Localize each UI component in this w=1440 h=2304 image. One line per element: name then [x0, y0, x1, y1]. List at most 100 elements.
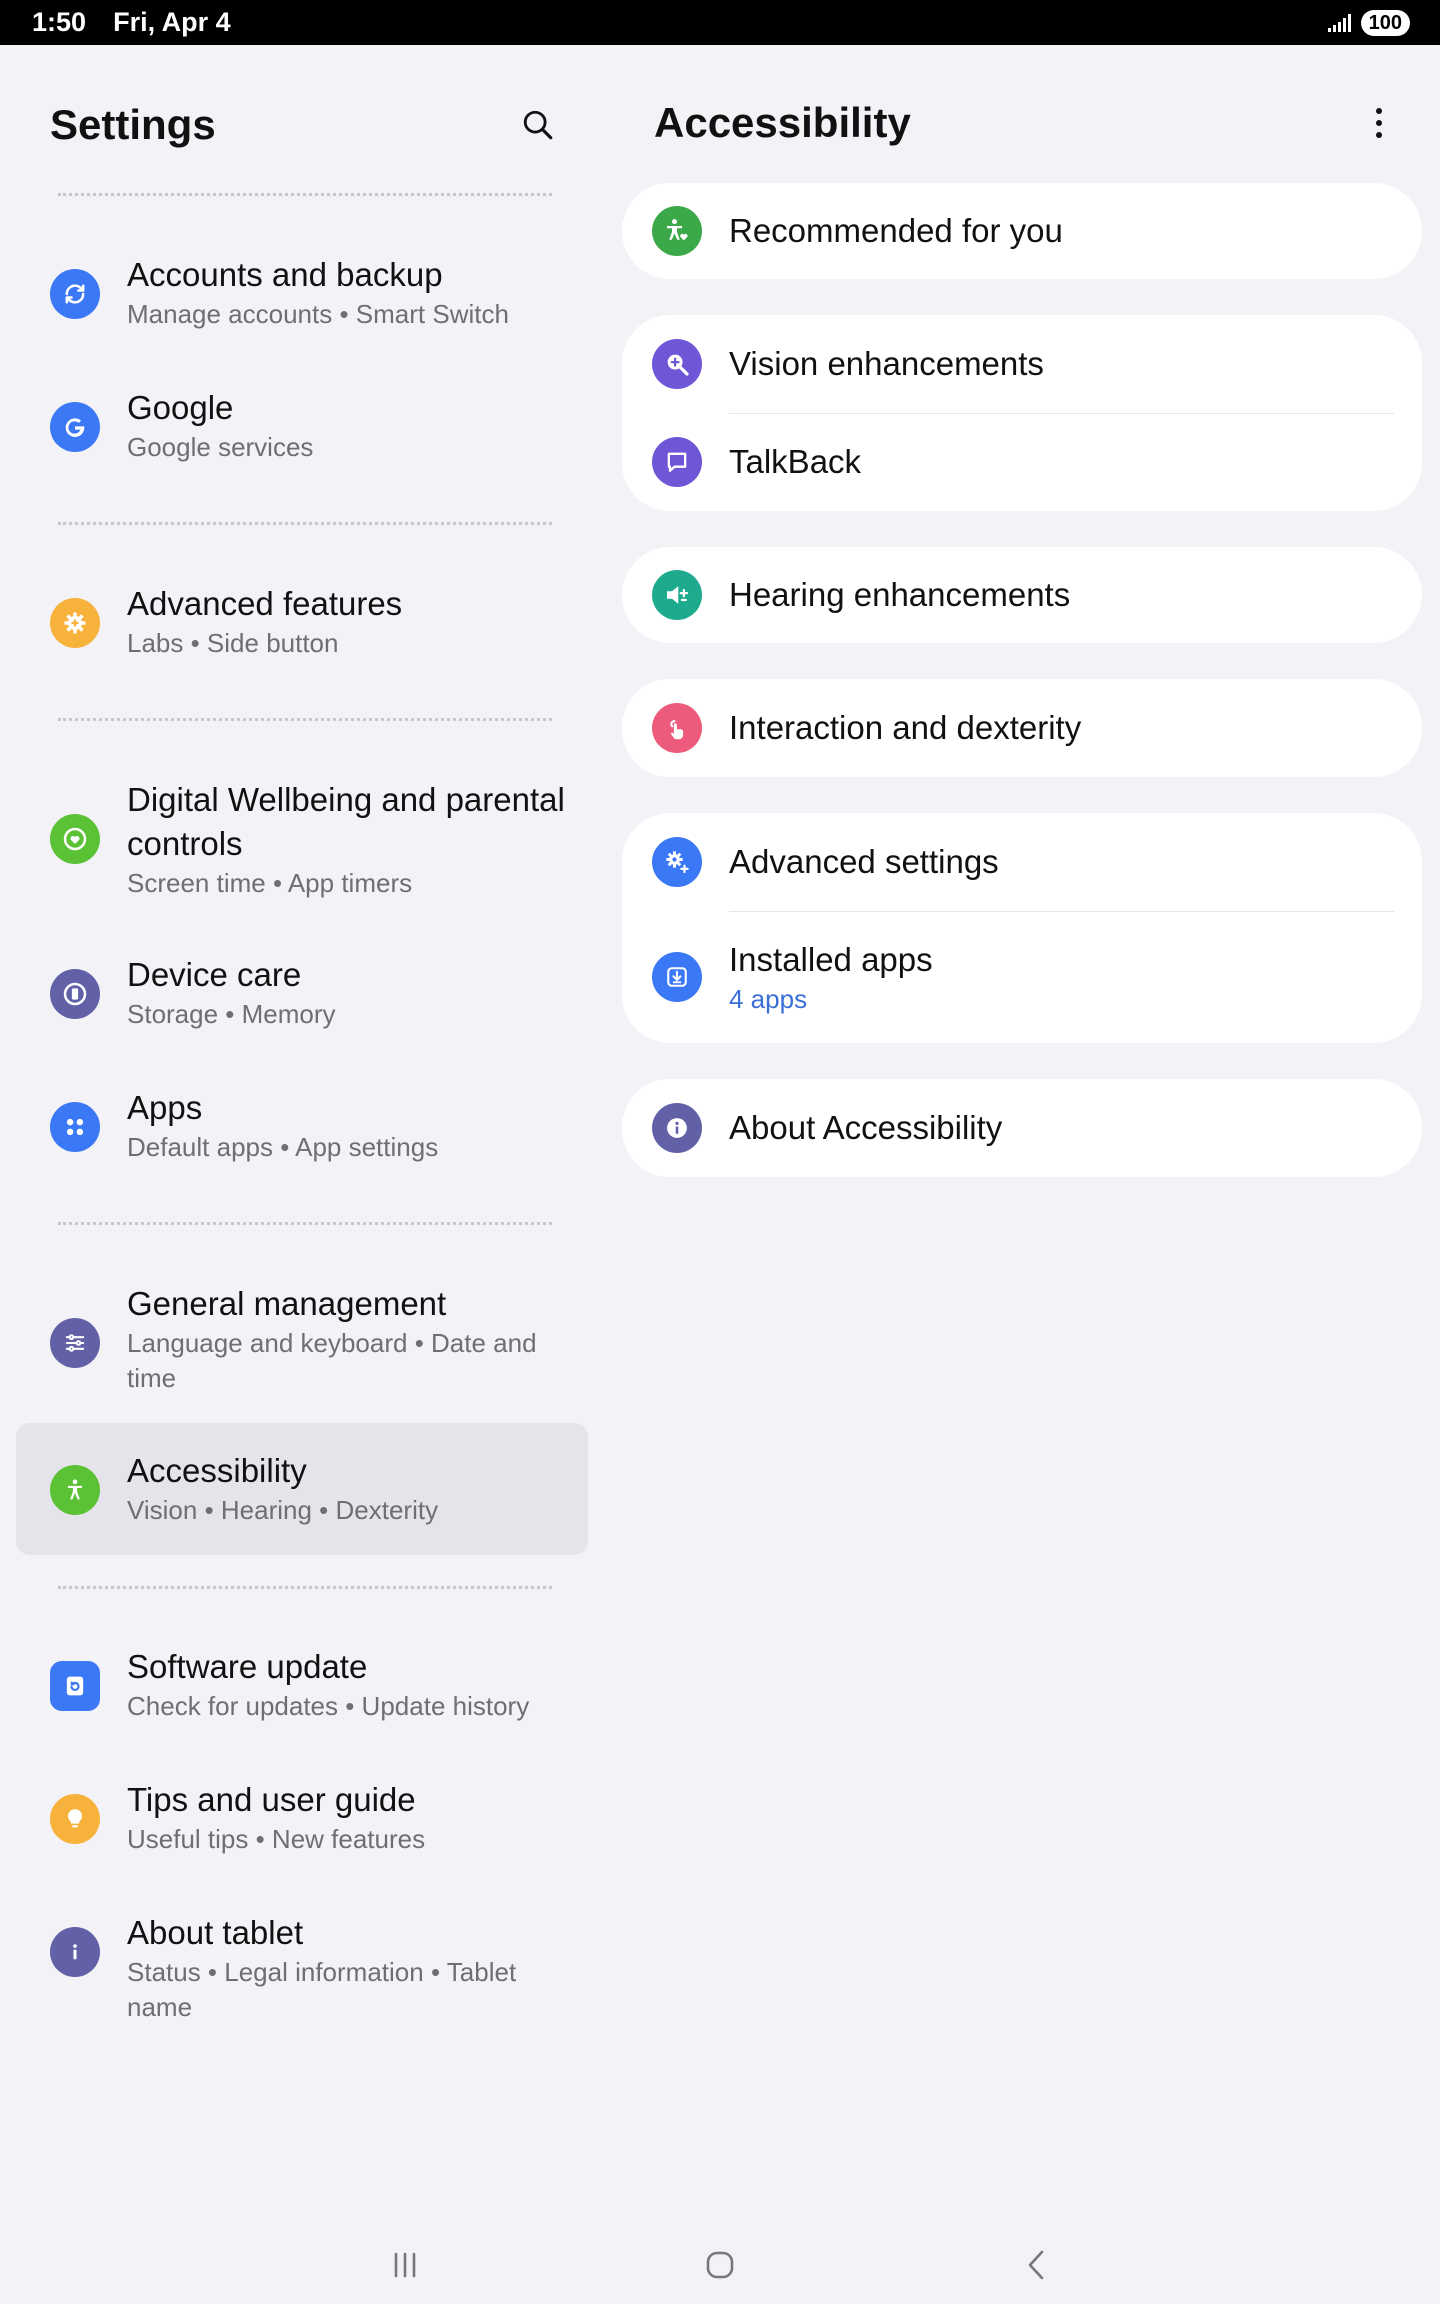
settings-item-about-tablet[interactable]: About tablet Status • Legal information …	[16, 1911, 588, 2025]
battery-indicator: 100	[1360, 9, 1410, 36]
menu-title: Software update	[127, 1648, 368, 1685]
row-subtitle: 4 apps	[729, 984, 808, 1014]
menu-title: Tips and user guide	[127, 1781, 416, 1818]
menu-title: Accessibility	[127, 1452, 307, 1489]
settings-panel: Settings Accounts and backup Manage acco…	[0, 45, 600, 2225]
person-heart-icon	[652, 206, 702, 256]
menu-title: Device care	[127, 956, 302, 993]
row-title: Recommended for you	[729, 212, 1063, 249]
home-button[interactable]	[690, 2243, 750, 2287]
row-title: Vision enhancements	[729, 345, 1044, 382]
menu-subtitle: Default apps • App settings	[127, 1132, 439, 1162]
row-talkback[interactable]: TalkBack	[622, 413, 1422, 511]
row-interaction-dexterity[interactable]: Interaction and dexterity	[622, 679, 1422, 777]
settings-item-accessibility[interactable]: Accessibility Vision • Hearing • Dexteri…	[16, 1423, 588, 1555]
talkback-icon	[652, 437, 702, 487]
divider	[58, 193, 552, 196]
status-left: 1:50 Fri, Apr 4	[32, 7, 231, 38]
touch-hand-icon	[652, 703, 702, 753]
info-icon	[50, 1927, 100, 1977]
menu-subtitle: Language and keyboard • Date and time	[127, 1328, 537, 1393]
menu-title: Google	[127, 389, 234, 426]
settings-item-digital-wellbeing[interactable]: Digital Wellbeing and parental controls …	[16, 778, 588, 901]
back-icon	[1028, 2250, 1044, 2280]
menu-subtitle: Useful tips • New features	[127, 1824, 426, 1854]
divider	[58, 522, 552, 525]
software-update-icon	[50, 1661, 100, 1711]
menu-subtitle: Status • Legal information • Tablet name	[127, 1957, 517, 2022]
signal-icon	[1327, 13, 1351, 32]
row-advanced-settings[interactable]: Advanced settings	[622, 813, 1422, 911]
row-about-accessibility[interactable]: About Accessibility	[622, 1079, 1422, 1177]
navigation-bar	[0, 2225, 1440, 2304]
info-icon	[652, 1103, 702, 1153]
settings-item-tips[interactable]: Tips and user guide Useful tips • New fe…	[16, 1778, 588, 1857]
divider	[58, 718, 552, 721]
gear-plus-icon	[50, 598, 100, 648]
menu-subtitle: Vision • Hearing • Dexterity	[127, 1495, 439, 1525]
row-vision-enhancements[interactable]: Vision enhancements	[622, 315, 1422, 413]
row-title: About Accessibility	[729, 1109, 1003, 1146]
recent-apps-button[interactable]	[375, 2243, 435, 2287]
row-title: Advanced settings	[729, 843, 999, 880]
accessibility-icon	[50, 1465, 100, 1515]
card-hearing: Hearing enhancements	[622, 547, 1422, 643]
sliders-icon	[50, 1318, 100, 1368]
card-interaction: Interaction and dexterity	[622, 679, 1422, 777]
menu-title: About tablet	[127, 1914, 304, 1951]
menu-subtitle: Storage • Memory	[127, 999, 336, 1029]
accessibility-header: Accessibility	[654, 98, 1394, 148]
settings-item-apps[interactable]: Apps Default apps • App settings	[16, 1086, 588, 1165]
row-recommended-for-you[interactable]: Recommended for you	[622, 183, 1422, 279]
row-title: Installed apps	[729, 941, 933, 978]
row-separator	[729, 911, 1394, 912]
divider	[58, 1222, 552, 1225]
settings-item-software-update[interactable]: Software update Check for updates • Upda…	[16, 1645, 588, 1724]
settings-item-accounts-backup[interactable]: Accounts and backup Manage accounts • Sm…	[16, 253, 588, 332]
menu-subtitle: Screen time • App timers	[127, 868, 413, 898]
status-right: 100	[1327, 9, 1410, 36]
settings-item-general-management[interactable]: General management Language and keyboard…	[16, 1282, 588, 1396]
page-title: Settings	[50, 101, 216, 148]
speaker-plus-icon	[652, 570, 702, 620]
row-title: Hearing enhancements	[729, 576, 1071, 613]
row-title: Interaction and dexterity	[729, 709, 1082, 746]
settings-item-advanced-features[interactable]: Advanced features Labs • Side button	[16, 582, 588, 661]
menu-subtitle: Check for updates • Update history	[127, 1691, 530, 1721]
home-icon	[706, 2251, 734, 2279]
detail-title: Accessibility	[654, 99, 911, 146]
menu-subtitle: Google services	[127, 432, 314, 462]
status-date: Fri, Apr 4	[113, 7, 231, 37]
card-about: About Accessibility	[622, 1079, 1422, 1177]
recents-icon	[394, 2252, 416, 2278]
menu-title: Apps	[127, 1089, 203, 1126]
back-button[interactable]	[1006, 2243, 1066, 2287]
more-vertical-icon	[1376, 108, 1382, 138]
gear-plus-icon	[652, 837, 702, 887]
row-installed-apps[interactable]: Installed apps 4 apps	[622, 911, 1422, 1043]
device-care-icon	[50, 969, 100, 1019]
card-advanced: Advanced settings Installed apps 4 apps	[622, 813, 1422, 1043]
menu-subtitle: Manage accounts • Smart Switch	[127, 299, 509, 329]
menu-title: Advanced features	[127, 585, 403, 622]
magnifier-plus-icon	[652, 339, 702, 389]
lightbulb-icon	[50, 1794, 100, 1844]
more-options-button[interactable]	[1364, 98, 1394, 148]
status-bar: 1:50 Fri, Apr 4 100	[0, 0, 1440, 45]
menu-title: Accounts and backup	[127, 256, 443, 293]
menu-subtitle: Labs • Side button	[127, 628, 339, 658]
row-hearing-enhancements[interactable]: Hearing enhancements	[622, 547, 1422, 643]
menu-title: General management	[127, 1285, 447, 1322]
search-button[interactable]	[516, 103, 560, 147]
divider	[58, 1586, 552, 1589]
search-icon	[523, 110, 553, 140]
download-box-icon	[652, 952, 702, 1002]
settings-header: Settings	[50, 101, 560, 149]
settings-item-google[interactable]: Google Google services	[16, 386, 588, 465]
settings-item-device-care[interactable]: Device care Storage • Memory	[16, 953, 588, 1032]
card-recommended: Recommended for you	[622, 183, 1422, 279]
menu-title: Digital Wellbeing and parental controls	[127, 781, 565, 862]
card-vision: Vision enhancements TalkBack	[622, 315, 1422, 511]
google-icon	[50, 402, 100, 452]
row-separator	[729, 413, 1394, 414]
